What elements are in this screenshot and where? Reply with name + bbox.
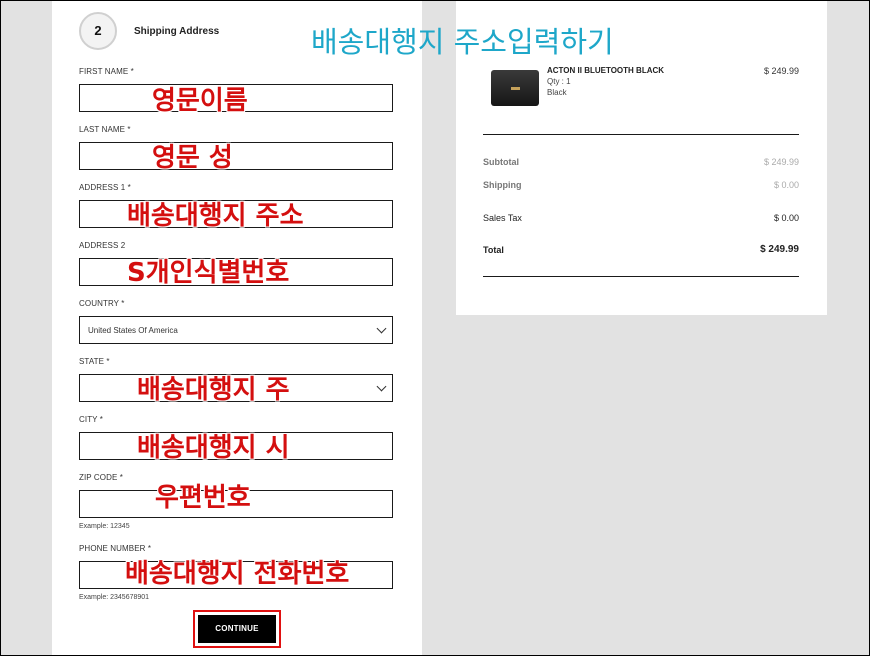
phone-hint: Example: 2345678901 — [79, 594, 150, 601]
state-label: STATE * — [79, 357, 110, 366]
shipping-label: Shipping — [483, 180, 522, 190]
sales-tax-label: Sales Tax — [483, 213, 522, 223]
chevron-down-icon — [376, 323, 387, 334]
step-title: Shipping Address — [134, 26, 220, 37]
subtotal-value: $ 249.99 — [763, 157, 799, 167]
first-name-label: FIRST NAME * — [79, 67, 134, 76]
product-price: $ 249.99 — [763, 66, 799, 76]
annotation-first-name: 영문이름 — [152, 86, 248, 116]
chevron-down-icon — [376, 381, 387, 392]
country-label: COUNTRY * — [79, 299, 125, 308]
annotation-address2: S개인식별번호 — [127, 258, 290, 288]
annotation-state: 배송대행지 주 — [137, 375, 290, 405]
address2-label: ADDRESS 2 — [79, 241, 126, 250]
annotation-city: 배송대행지 시 — [137, 433, 290, 463]
total-label: Total — [483, 245, 504, 255]
product-color: Black — [547, 88, 567, 97]
phone-label: PHONE NUMBER * — [79, 544, 152, 553]
product-thumbnail — [491, 70, 539, 106]
zip-hint: Example: 12345 — [79, 523, 130, 530]
shipping-value: $ 0.00 — [773, 180, 799, 190]
continue-button[interactable]: CONTINUE — [198, 615, 276, 643]
country-selected-value: United States Of America — [88, 326, 178, 335]
last-name-input[interactable] — [79, 142, 393, 170]
zip-label: ZIP CODE * — [79, 473, 123, 482]
last-name-label: LAST NAME * — [79, 125, 131, 134]
country-select[interactable]: United States Of America — [79, 316, 393, 344]
annotation-last-name: 영문 성 — [152, 143, 233, 173]
annotation-address1: 배송대행지 주소 — [127, 201, 304, 231]
subtotal-label: Subtotal — [483, 157, 519, 167]
annotation-phone: 배송대행지 전화번호 — [125, 559, 350, 589]
annotation-title: 배송대행지 주소입력하기 — [311, 25, 614, 59]
product-qty: Qty : 1 — [547, 77, 571, 86]
divider — [483, 276, 799, 277]
sales-tax-value: $ 0.00 — [773, 213, 799, 223]
address1-label: ADDRESS 1 * — [79, 183, 131, 192]
divider — [483, 134, 799, 135]
total-value: $ 249.99 — [760, 244, 799, 255]
annotation-zip: 우편번호 — [155, 483, 251, 513]
city-label: CITY * — [79, 415, 104, 424]
step-number-badge: 2 — [79, 12, 117, 50]
product-name: ACTON II BLUETOOTH BLACK — [547, 66, 665, 75]
